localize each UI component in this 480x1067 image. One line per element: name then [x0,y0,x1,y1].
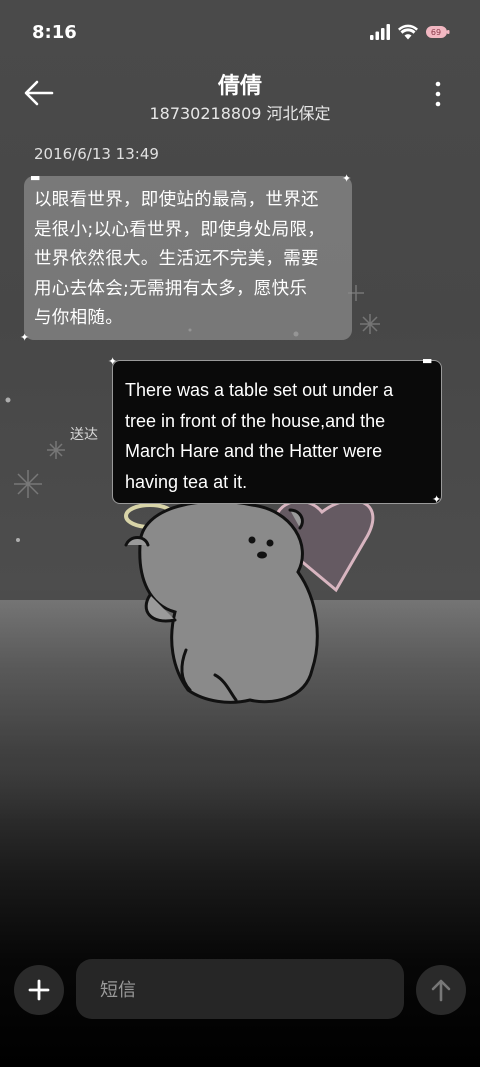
incoming-message-bubble[interactable]: 以眼看世界，即使站的最高，世界还 是很小;以心看世界，即使身处局限， 世界依然很… [24,176,352,340]
sparkle-icon: ▬ [422,354,433,367]
message-line: 世界依然很大。生活远不完美，需要 [34,249,319,269]
send-arrow-icon [431,979,451,1002]
svg-text:69: 69 [431,28,441,37]
message-line: tree in front of the house,and the [125,410,386,431]
conversation-header: 倩倩 18730218809 河北保定 [0,64,480,134]
message-line: having tea at it. [125,471,248,492]
status-icons: 69 [370,24,450,40]
message-line: March Hare and the Hatter were [125,441,383,461]
more-vertical-icon [435,81,441,107]
bear-illustration [124,499,319,704]
sparkle-icon: ✦ [108,355,118,368]
message-input-placeholder: 短信 [100,980,136,1001]
battery-icon: 69 [426,26,450,38]
message-line: 以眼看世界，即使站的最高，世界还 [34,190,319,210]
outgoing-message-bubble[interactable]: There was a table set out under a tree i… [112,360,442,504]
sparkle-icon: ✦ [20,331,30,344]
sparkle-icon: ✦ [432,493,442,506]
add-attachment-button[interactable] [14,965,64,1015]
sparkle-icon: ✦ [342,172,352,185]
contact-name[interactable]: 倩倩 [0,68,480,100]
halo-icon [124,503,176,529]
signal-icon [370,24,390,40]
message-input[interactable]: 短信 [76,959,404,1019]
snow-ground [0,600,480,820]
wifi-icon [398,24,418,40]
message-timestamp: 2016/6/13 13:49 [34,145,159,163]
plus-icon [28,979,50,1001]
message-line: 用心去体会;无需拥有太多，愿快乐 [34,278,308,299]
message-line: 是很小;以心看世界，即使身处局限， [34,219,325,240]
more-options-button[interactable] [432,80,444,108]
delivery-status: 送达 [70,427,98,443]
message-line: There was a table set out under a [125,380,394,400]
contact-info: 18730218809 河北保定 [149,104,331,123]
status-time: 8:16 [32,22,77,43]
sparkle-icon: ▬ [30,171,41,184]
status-bar: 8:16 69 [0,0,480,64]
message-line: 与你相随。 [34,308,123,328]
compose-bar: 短信 [0,955,480,1025]
heart-icon [273,499,375,593]
send-button[interactable] [416,965,466,1015]
